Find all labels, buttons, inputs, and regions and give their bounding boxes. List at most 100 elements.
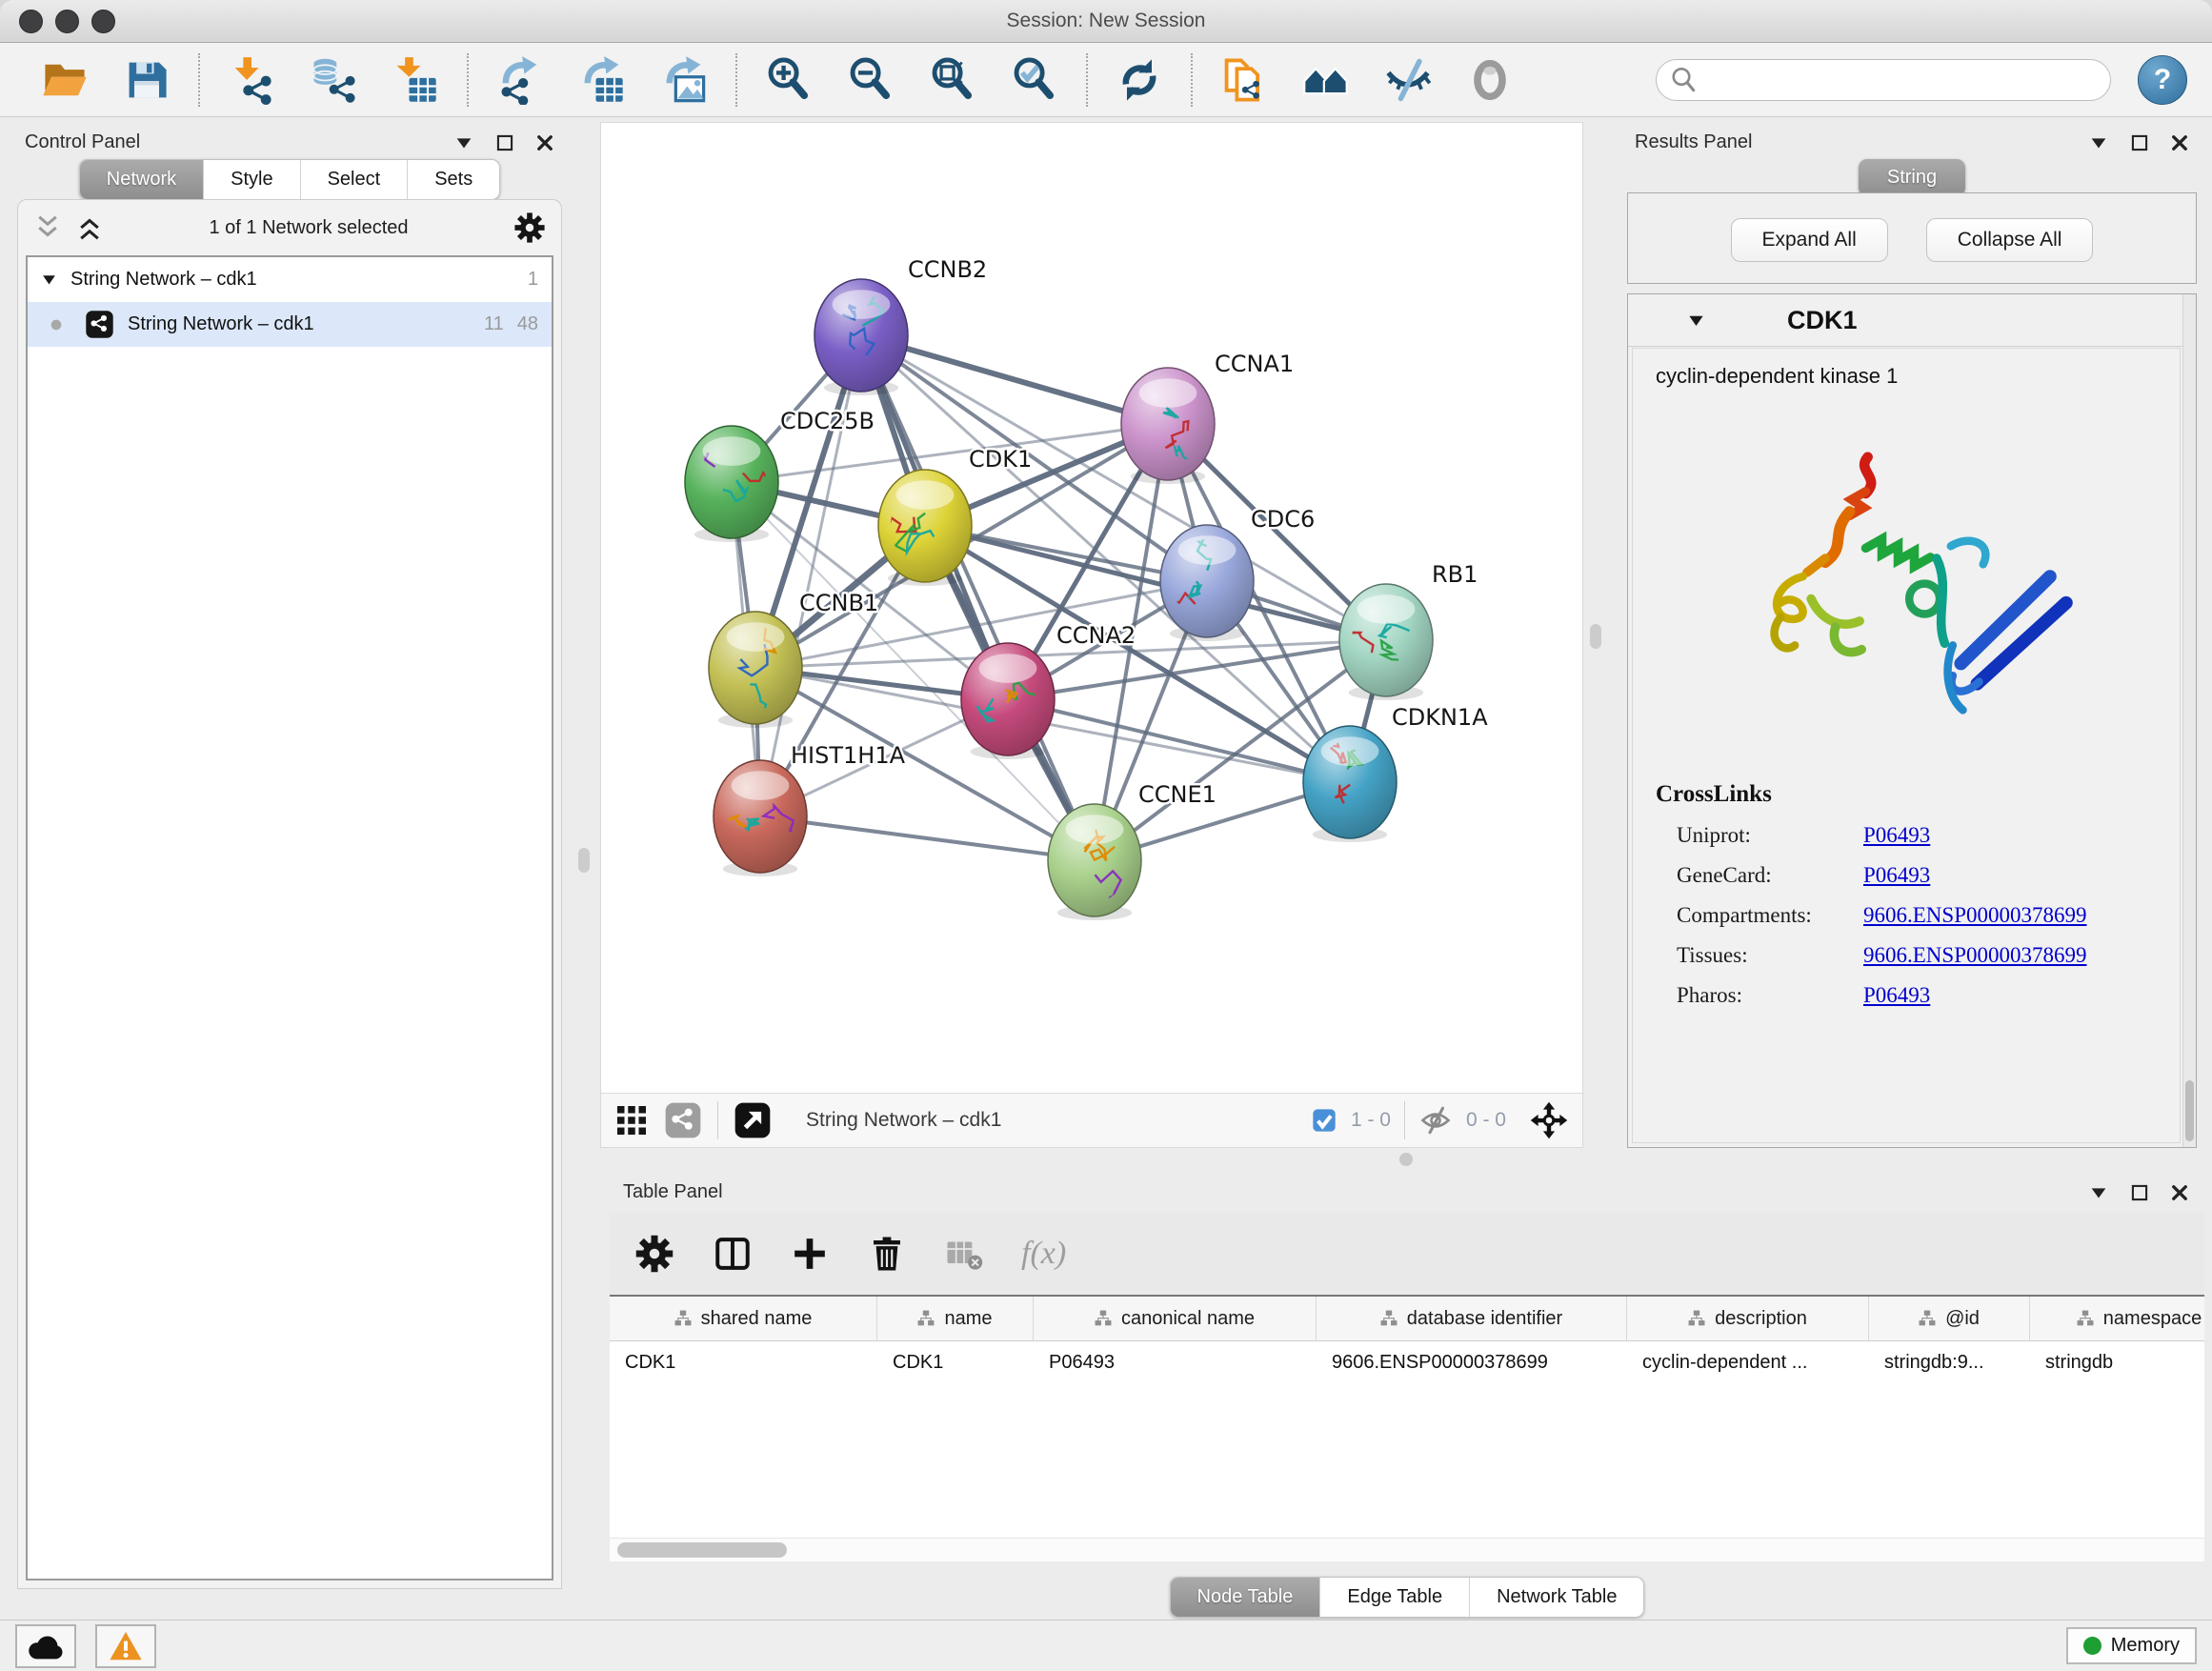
tab-network-table[interactable]: Network Table — [1469, 1578, 1643, 1617]
close-panel-icon[interactable] — [2170, 133, 2189, 152]
export-network-button[interactable] — [493, 53, 547, 107]
tab-network[interactable]: Network — [80, 160, 203, 199]
cloud-button[interactable] — [15, 1624, 76, 1668]
import-table-button[interactable] — [389, 53, 442, 107]
help-button[interactable]: ? — [2138, 55, 2187, 105]
network-tab-content: 1 of 1 Network selected String Network –… — [17, 199, 562, 1589]
network-node-CCNB1[interactable]: CCNB1 — [709, 590, 878, 728]
edge-CCNB2-CCNE1[interactable] — [861, 335, 1095, 860]
homes-button[interactable] — [1299, 53, 1353, 107]
zoom-fit-button[interactable] — [926, 53, 979, 107]
grid-view-icon[interactable] — [614, 1103, 649, 1137]
search-input[interactable] — [1656, 59, 2111, 101]
gear-icon[interactable] — [513, 211, 546, 244]
tab-node-table[interactable]: Node Table — [1171, 1578, 1320, 1617]
column-header-name[interactable]: name — [877, 1297, 1034, 1340]
network-node-CCNB2[interactable]: CCNB2 — [814, 256, 987, 395]
collapse-panel-icon[interactable] — [2088, 132, 2109, 153]
close-panel-icon[interactable] — [2170, 1183, 2189, 1202]
close-panel-icon[interactable] — [535, 133, 554, 152]
zoom-in-button[interactable] — [762, 53, 815, 107]
crosslink-link[interactable]: P06493 — [1863, 823, 1930, 847]
tab-edge-table[interactable]: Edge Table — [1319, 1578, 1469, 1617]
float-panel-icon[interactable] — [495, 133, 514, 152]
warnings-button[interactable] — [95, 1624, 156, 1668]
pan-move-icon[interactable] — [1529, 1100, 1569, 1140]
horizontal-splitter[interactable] — [600, 1148, 2212, 1172]
minimize-window-button[interactable] — [55, 10, 79, 33]
collapse-panel-icon[interactable] — [2088, 1182, 2109, 1203]
expand-all-button[interactable]: Expand All — [1731, 218, 1888, 262]
hierarchy-icon — [1919, 1310, 1936, 1327]
zoom-selected-button[interactable] — [1008, 53, 1061, 107]
open-session-button[interactable] — [38, 53, 91, 107]
collapse-panel-icon[interactable] — [453, 132, 474, 153]
crosslink-link[interactable]: P06493 — [1863, 983, 1930, 1007]
refresh-button[interactable] — [1113, 53, 1166, 107]
crosslink-link[interactable]: 9606.ENSP00000378699 — [1863, 903, 2087, 927]
window-title: Session: New Session — [0, 10, 2212, 32]
save-session-button[interactable] — [120, 53, 173, 107]
close-window-button[interactable] — [19, 10, 43, 33]
crosslink-link[interactable]: 9606.ENSP00000378699 — [1863, 943, 2087, 967]
hide-graphics-button[interactable] — [1381, 53, 1435, 107]
add-column-icon[interactable] — [791, 1235, 829, 1273]
memory-button[interactable]: Memory — [2066, 1627, 2197, 1664]
zoom-window-button[interactable] — [91, 10, 115, 33]
import-database-button[interactable] — [307, 53, 360, 107]
table-horizontal-scrollbar[interactable] — [610, 1538, 2204, 1561]
column-header-database-identifier[interactable]: database identifier — [1317, 1297, 1627, 1340]
hidden-eye-slash-icon[interactable] — [1418, 1103, 1453, 1137]
crosslink-link[interactable]: P06493 — [1863, 863, 1930, 887]
table-cell: CDK1 — [610, 1341, 877, 1383]
results-scrollbar[interactable] — [2182, 294, 2196, 1147]
export-table-button[interactable] — [575, 53, 629, 107]
columns-icon[interactable] — [713, 1234, 753, 1274]
column-header-canonical-name[interactable]: canonical name — [1034, 1297, 1317, 1340]
node-entry-header[interactable]: CDK1 — [1628, 294, 2196, 347]
float-panel-icon[interactable] — [2130, 133, 2149, 152]
zoom-out-button[interactable] — [844, 53, 897, 107]
tab-select[interactable]: Select — [300, 160, 408, 199]
edge-HIST1H1A-CCNE1[interactable] — [760, 816, 1095, 860]
network-node-CCNE1[interactable]: CCNE1 — [1048, 781, 1217, 920]
network-node-CDKN1A[interactable]: CDKN1A — [1303, 704, 1488, 842]
table-cell: 9606.ENSP00000378699 — [1317, 1341, 1627, 1383]
tree-expander-icon[interactable] — [41, 272, 57, 288]
column-header-namespace[interactable]: namespace — [2030, 1297, 2204, 1340]
network-row[interactable]: String Network – cdk1 11 48 — [28, 302, 552, 347]
table-cell: stringdb — [2030, 1341, 2204, 1383]
vertical-splitter-handle-left[interactable] — [578, 848, 590, 873]
selected-checkbox-icon[interactable] — [1311, 1107, 1337, 1134]
delete-table-icon — [945, 1235, 983, 1273]
network-node-RB1[interactable]: RB1 — [1339, 561, 1478, 700]
network-overview-icon[interactable] — [664, 1101, 702, 1139]
import-network-button[interactable] — [225, 53, 278, 107]
collapse-all-button[interactable]: Collapse All — [1926, 218, 2094, 262]
tab-string[interactable]: String — [1859, 159, 1965, 196]
scrollbar-thumb[interactable] — [617, 1542, 787, 1558]
column-header-description[interactable]: description — [1627, 1297, 1869, 1340]
hierarchy-icon — [1095, 1310, 1112, 1327]
network-canvas[interactable]: CCNB2 CCNA1 CDC25B CDK1 CDC6 — [601, 123, 1582, 1094]
show-graphics-button[interactable] — [1463, 53, 1517, 107]
clone-network-button[interactable] — [1217, 53, 1271, 107]
detach-view-icon[interactable] — [734, 1101, 772, 1139]
expand-all-tree-icon[interactable] — [33, 213, 62, 242]
collapse-all-tree-icon[interactable] — [75, 213, 104, 242]
column-header-shared-name[interactable]: shared name — [610, 1297, 877, 1340]
function-builder-icon: f(x) — [1021, 1236, 1066, 1272]
table-row[interactable]: CDK1CDK1P064939606.ENSP00000378699cyclin… — [610, 1341, 2204, 1383]
tab-sets[interactable]: Sets — [407, 160, 499, 199]
float-panel-icon[interactable] — [2130, 1183, 2149, 1202]
tab-style[interactable]: Style — [203, 160, 299, 199]
export-image-button[interactable] — [657, 53, 711, 107]
vertical-splitter-handle-right[interactable] — [1590, 624, 1601, 649]
network-collection-row[interactable]: String Network – cdk1 1 — [28, 257, 552, 302]
gear-icon[interactable] — [634, 1234, 674, 1274]
entry-expander-icon[interactable] — [1687, 312, 1705, 330]
delete-column-icon[interactable] — [867, 1234, 907, 1274]
column-header--id[interactable]: @id — [1869, 1297, 2030, 1340]
show-graphics-icon — [1465, 55, 1515, 105]
network-node-HIST1H1A[interactable]: HIST1H1A — [714, 742, 906, 876]
